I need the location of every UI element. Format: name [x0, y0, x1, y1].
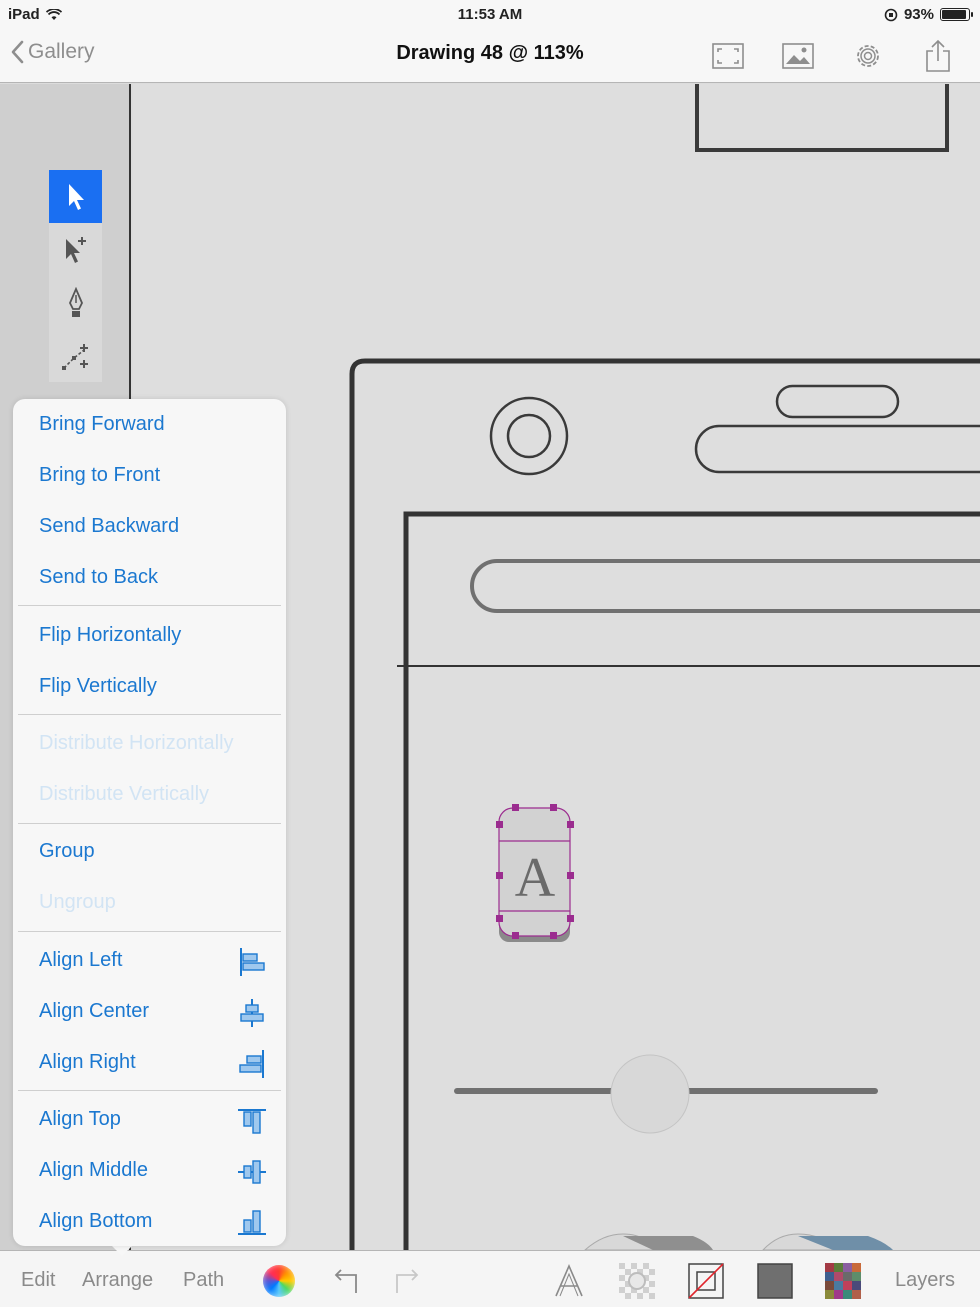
tab-arrange[interactable]: Arrange	[82, 1269, 153, 1292]
bottom-toolbar: Edit Arrange Path Layers	[0, 1250, 980, 1307]
status-time: 11:53 AM	[457, 6, 523, 23]
direct-select-icon[interactable]	[49, 223, 102, 276]
status-right: 93%	[884, 6, 973, 23]
menu-send-backward[interactable]: Send Backward	[13, 501, 286, 552]
align-top-icon	[238, 1109, 266, 1134]
align-center-icon	[240, 999, 264, 1027]
image-icon[interactable]	[778, 36, 818, 76]
fullscreen-icon[interactable]	[708, 36, 748, 76]
selected-glyph: A	[515, 847, 556, 909]
shadow-icon[interactable]	[619, 1263, 655, 1299]
status-bar: iPad 11:53 AM 93%	[0, 0, 980, 28]
wireframe-search-bar	[470, 559, 980, 613]
align-left-icon	[240, 948, 265, 976]
menu-ungroup: Ungroup	[39, 891, 116, 913]
navigation-bar: Gallery Drawing 48 @ 113%	[0, 28, 980, 83]
align-center-label: Align Center	[39, 1000, 150, 1022]
pen-tool-icon[interactable]	[49, 276, 102, 329]
align-left-label: Align Left	[39, 949, 123, 971]
wireframe-pill-large	[694, 424, 980, 474]
align-bottom-icon	[238, 1210, 266, 1235]
menu-divider	[18, 931, 281, 932]
wireframe-screen	[403, 511, 980, 1250]
align-right-label: Align Right	[39, 1051, 136, 1073]
menu-align-right[interactable]: Align Right	[13, 1037, 286, 1088]
battery-percent: 93%	[903, 6, 934, 23]
settings-gear-icon[interactable]	[848, 36, 888, 76]
menu-bring-to-front[interactable]: Bring to Front	[13, 450, 286, 501]
wireframe-slider-thumb	[610, 1054, 690, 1134]
align-right-icon	[239, 1050, 264, 1078]
menu-group[interactable]: Group	[13, 826, 286, 877]
fill-icon[interactable]	[757, 1263, 793, 1299]
share-icon[interactable]	[918, 36, 958, 76]
menu-distribute-vertically: Distribute Vertically	[39, 783, 210, 805]
wireframe-rect-top	[695, 84, 949, 152]
menu-flip-horizontally[interactable]: Flip Horizontally	[13, 610, 286, 661]
nav-actions	[708, 36, 958, 76]
text-style-icon[interactable]	[551, 1263, 587, 1299]
align-top-label: Align Top	[39, 1108, 121, 1130]
menu-flip-vertically[interactable]: Flip Vertically	[13, 661, 286, 712]
redo-icon[interactable]	[390, 1263, 426, 1299]
align-bottom-label: Align Bottom	[39, 1210, 153, 1232]
tab-path[interactable]: Path	[183, 1269, 224, 1292]
menu-send-to-back[interactable]: Send to Back	[13, 552, 286, 603]
undo-icon[interactable]	[327, 1263, 363, 1299]
menu-divider	[18, 823, 281, 824]
menu-divider	[18, 1090, 281, 1091]
arrange-popover: Bring Forward Bring to Front Send Backwa…	[13, 399, 286, 1246]
wireframe-pill-small	[775, 384, 900, 419]
menu-align-center[interactable]: Align Center	[13, 986, 286, 1037]
menu-divider	[18, 714, 281, 715]
menu-distribute-horizontally: Distribute Horizontally	[39, 732, 234, 754]
menu-align-left[interactable]: Align Left	[13, 935, 286, 986]
stroke-icon[interactable]	[688, 1263, 724, 1299]
menu-bring-forward[interactable]: Bring Forward	[13, 399, 286, 450]
select-arrow-icon[interactable]	[49, 170, 102, 223]
battery-icon	[940, 8, 973, 21]
tab-edit[interactable]: Edit	[21, 1269, 55, 1292]
color-wheel-icon[interactable]	[261, 1263, 297, 1299]
pattern-icon[interactable]	[825, 1263, 861, 1299]
menu-divider	[18, 605, 281, 606]
menu-align-middle[interactable]: Align Middle	[13, 1145, 286, 1196]
menu-align-top[interactable]: Align Top	[13, 1094, 286, 1145]
align-middle-label: Align Middle	[39, 1159, 148, 1181]
orientation-lock-icon	[884, 8, 898, 21]
layers-button[interactable]: Layers	[895, 1269, 955, 1292]
align-middle-icon	[238, 1160, 266, 1184]
node-edit-icon[interactable]	[49, 329, 102, 382]
menu-align-bottom[interactable]: Align Bottom	[13, 1196, 286, 1247]
wireframe-camera	[489, 396, 569, 476]
